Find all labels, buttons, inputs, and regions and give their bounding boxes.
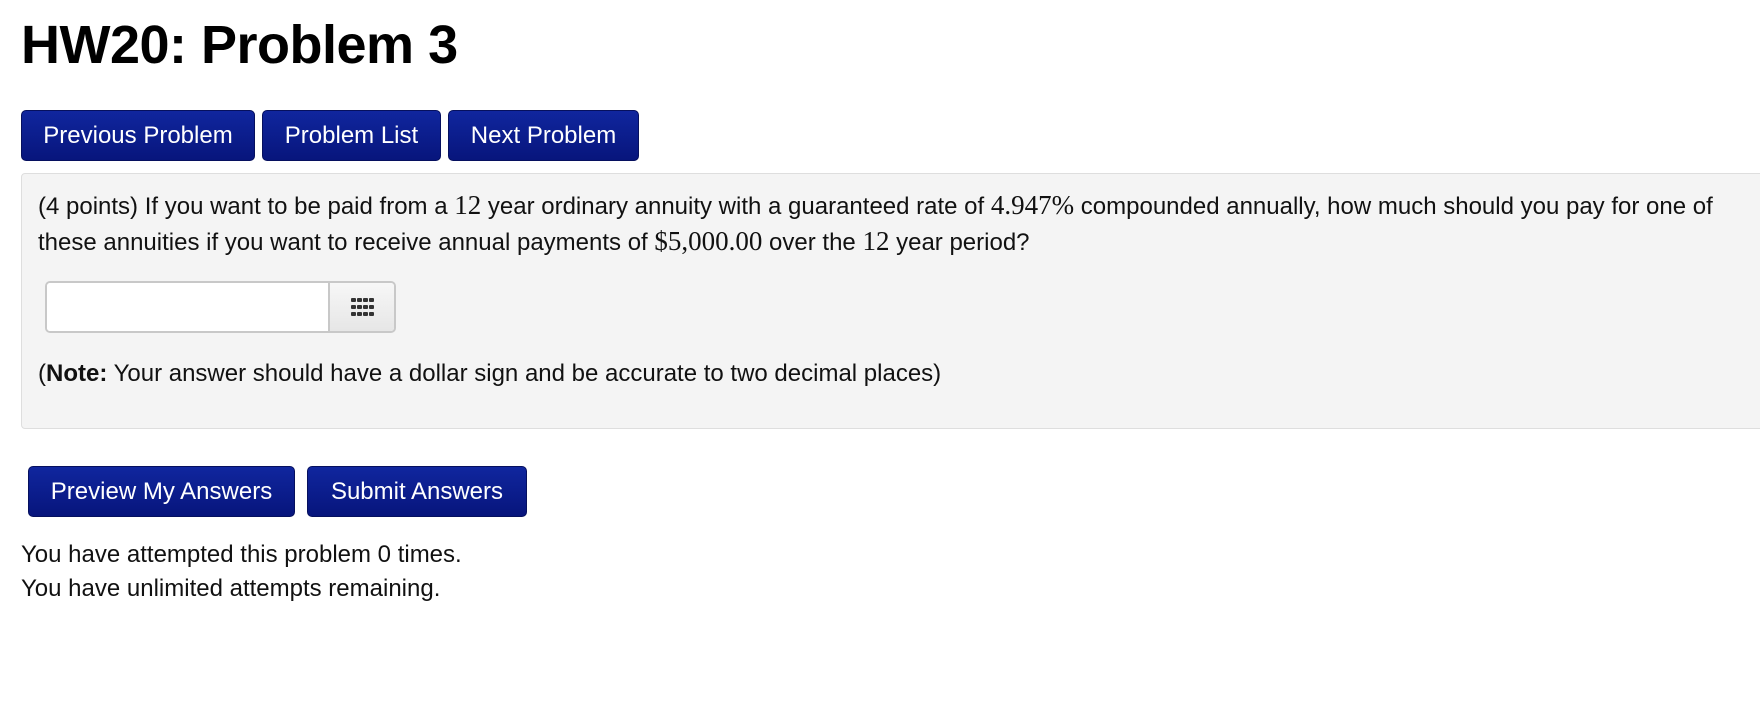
- keypad-grid-icon: [351, 298, 374, 316]
- problem-years: 12: [454, 190, 482, 220]
- submit-answers-button[interactable]: Submit Answers: [307, 466, 527, 517]
- note-open-paren: (: [38, 360, 46, 387]
- attempt-status: You have attempted this problem 0 times.…: [21, 538, 462, 606]
- note-text: Your answer should have a dollar sign an…: [107, 360, 942, 387]
- note-label: Note:: [46, 360, 108, 387]
- next-problem-button[interactable]: Next Problem: [448, 110, 639, 161]
- problem-payment: $5,000.00: [654, 226, 763, 256]
- attempts-count-text: You have attempted this problem 0 times.: [21, 541, 462, 568]
- keypad-button[interactable]: [328, 283, 394, 331]
- problem-text-part: over the: [762, 229, 863, 256]
- problem-rate: 4.947%: [990, 190, 1075, 220]
- problem-text-part: year ordinary annuity with a guaranteed …: [481, 193, 991, 220]
- answer-input[interactable]: [47, 283, 329, 331]
- problem-box: (4 points) If you want to be paid from a…: [21, 173, 1760, 429]
- problem-text-part: (4 points) If you want to be paid from a: [38, 193, 455, 220]
- problem-statement: (4 points) If you want to be paid from a…: [38, 188, 1738, 260]
- answer-group: [45, 281, 396, 333]
- previous-problem-button[interactable]: Previous Problem: [21, 110, 255, 161]
- preview-answers-button[interactable]: Preview My Answers: [28, 466, 295, 517]
- problem-years-again: 12: [862, 226, 890, 256]
- problem-text-part: year period?: [889, 229, 1030, 256]
- answer-note: (Note: Your answer should have a dollar …: [38, 357, 941, 391]
- page-title: HW20: Problem 3: [21, 15, 458, 75]
- attempts-remaining-text: You have unlimited attempts remaining.: [21, 575, 441, 602]
- problem-list-button[interactable]: Problem List: [262, 110, 441, 161]
- page: HW20: Problem 3 Previous Problem Problem…: [0, 0, 1760, 712]
